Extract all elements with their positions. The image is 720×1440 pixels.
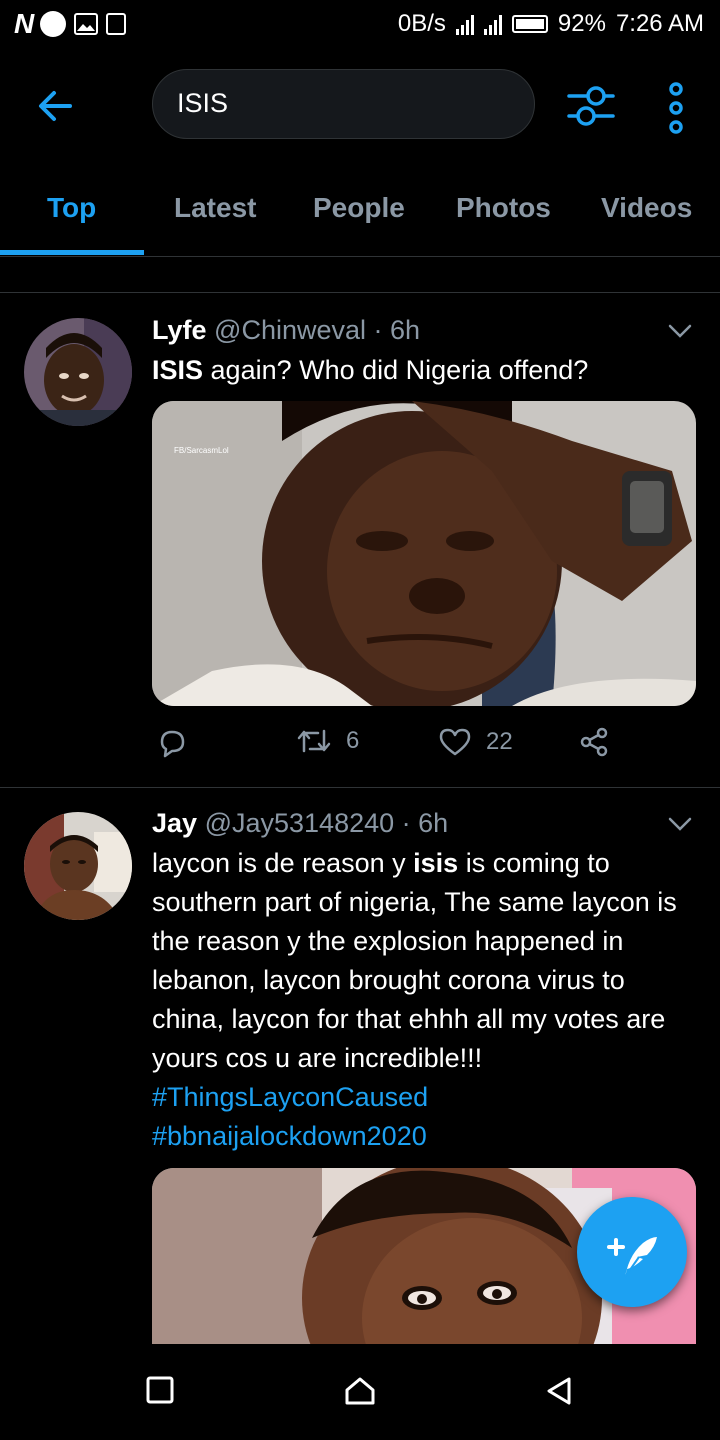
compose-tweet-button[interactable] <box>577 1197 687 1307</box>
hashtag-link[interactable]: #bbnaijalockdown2020 <box>152 1121 427 1151</box>
retweet-icon <box>297 729 331 753</box>
sliders-icon[interactable] <box>566 82 616 130</box>
tab-videos[interactable]: Videos <box>601 192 692 224</box>
like-count: 22 <box>486 728 513 755</box>
home-icon[interactable] <box>344 1376 376 1406</box>
system-indicators: 0B/s 92% 7:26 AM <box>398 10 704 38</box>
battery-percent: 92% <box>557 10 606 37</box>
image-notification-icon <box>74 13 99 35</box>
highlighted-term: isis <box>413 848 459 878</box>
tweet-time: · 6h <box>373 315 421 345</box>
share-icon <box>580 727 608 757</box>
tweet-actions: 6 22 <box>152 727 692 771</box>
system-nav-bar <box>0 1344 720 1440</box>
tab-photos[interactable]: Photos <box>456 192 551 224</box>
tweet-text: laycon is de reason y isis is coming to … <box>152 844 692 1156</box>
tweet-text-rest: again? Who did Nigeria offend? <box>203 355 589 385</box>
avatar[interactable] <box>24 812 132 920</box>
notification-icons: N <box>14 8 127 40</box>
arrow-left-icon[interactable] <box>32 82 80 130</box>
hashtag-link[interactable]: #ThingsLayconCaused <box>152 1082 428 1112</box>
author-name[interactable]: Lyfe <box>152 315 207 345</box>
tweet-text-pre: laycon is de reason y <box>152 848 414 878</box>
tweet-header: Jay @Jay53148240 · 6h <box>152 808 448 839</box>
tweet-text-post: is coming to southern part of nigeria, T… <box>152 848 677 1073</box>
tab-top[interactable]: Top <box>47 192 96 224</box>
author-handle[interactable]: @Jay53148240 <box>205 808 395 838</box>
retweet-count: 6 <box>346 727 360 754</box>
search-query: ISIS <box>177 88 229 118</box>
n-logo-icon: N <box>14 8 34 39</box>
share-button[interactable] <box>578 727 610 757</box>
image-watermark: FB/SarcasmLol <box>174 446 229 455</box>
tab-latest[interactable]: Latest <box>174 192 256 224</box>
recent-apps-icon[interactable] <box>146 1376 174 1404</box>
active-tab-indicator <box>0 250 144 255</box>
tab-people[interactable]: People <box>313 192 405 224</box>
comment-icon <box>160 730 185 758</box>
circle-notification-icon <box>40 11 67 37</box>
battery-icon <box>511 15 548 33</box>
tweet[interactable]: Lyfe @Chinweval · 6h ISIS again? Who did… <box>0 293 720 787</box>
avatar[interactable] <box>24 318 132 426</box>
tweet-text: ISIS again? Who did Nigeria offend? <box>152 351 692 390</box>
heart-icon <box>439 728 471 756</box>
clock: 7:26 AM <box>615 10 704 37</box>
status-bar: N 0B/s 92% 7:26 AM <box>0 0 720 50</box>
search-input[interactable]: ISIS <box>152 69 535 139</box>
signal-2-icon <box>483 13 502 35</box>
feather-plus-icon <box>607 1237 657 1278</box>
back-nav-icon[interactable] <box>545 1376 573 1406</box>
search-header: ISIS <box>0 60 720 150</box>
chevron-down-icon[interactable] <box>668 323 692 339</box>
author-name[interactable]: Jay <box>152 808 197 838</box>
chevron-down-icon[interactable] <box>668 816 692 832</box>
signal-icon <box>455 13 474 35</box>
retweet-button[interactable]: 6 <box>296 727 359 755</box>
author-handle[interactable]: @Chinweval <box>214 315 366 345</box>
tweet-header: Lyfe @Chinweval · 6h <box>152 315 420 346</box>
tweet-time: · 6h <box>401 808 449 838</box>
highlighted-term: ISIS <box>152 355 204 385</box>
phone-notification-icon <box>106 13 127 35</box>
net-speed: 0B/s <box>397 10 446 37</box>
more-vertical-icon[interactable] <box>664 82 688 134</box>
search-tabs: Top Latest People Photos Videos <box>0 170 720 257</box>
like-button[interactable]: 22 <box>438 727 513 757</box>
reply-button[interactable] <box>156 727 188 759</box>
tweet-image[interactable]: FB/SarcasmLol <box>152 401 696 706</box>
